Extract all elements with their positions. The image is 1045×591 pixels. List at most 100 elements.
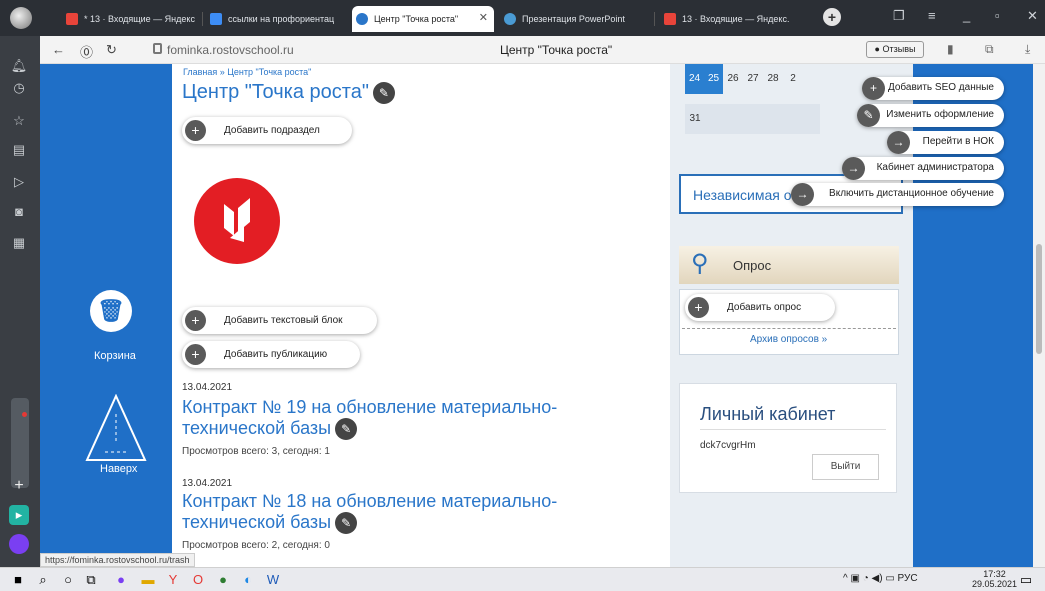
url-field[interactable]: fominka.rostovschool.ru: [167, 43, 294, 57]
arrow-right-icon: →: [887, 131, 910, 154]
menu-icon[interactable]: ≡: [928, 8, 936, 23]
back-icon[interactable]: ←: [52, 42, 65, 57]
side-slider[interactable]: [11, 398, 29, 488]
arrow-right-icon: →: [842, 157, 865, 180]
post-views: Просмотров всего: 3, сегодня: 1: [182, 446, 330, 457]
notes-icon[interactable]: ▤: [9, 140, 29, 160]
bookmark-icon[interactable]: ▮: [947, 42, 954, 56]
bell-icon[interactable]: 🔔︎: [9, 56, 29, 76]
up-arrow-icon[interactable]: [85, 394, 147, 466]
poll-archive-link[interactable]: Архив опросов »: [750, 334, 827, 345]
add-subsection-button[interactable]: + Добавить подраздел: [182, 117, 352, 144]
mail-icon: [664, 13, 676, 25]
plus-icon: +: [688, 297, 709, 318]
post-views: Просмотров всего: 2, сегодня: 0: [182, 540, 330, 551]
add-publication-button[interactable]: + Добавить публикацию: [182, 341, 360, 368]
site-icon: [356, 13, 368, 25]
add-panel-icon[interactable]: +: [9, 476, 29, 496]
page-title-text: Центр "Точка роста": [500, 43, 613, 57]
windows-start-icon[interactable]: ■: [10, 572, 26, 588]
tab-mail-1[interactable]: * 13 · Входящие — Яндекс: [62, 6, 202, 32]
sidebar: 24 25 26 27 28 2 31 Независимая о ⚲ Опро…: [670, 64, 913, 567]
game-icon[interactable]: ●: [215, 572, 231, 588]
tab-active[interactable]: Центр "Точка роста" ✕: [352, 6, 494, 32]
refresh-icon[interactable]: ↻: [106, 42, 117, 58]
add-poll-button[interactable]: + Добавить опрос: [685, 294, 835, 321]
plus-icon: +: [185, 120, 206, 141]
scrollbar[interactable]: [1033, 64, 1045, 567]
star-icon[interactable]: ☆: [9, 111, 29, 131]
reviews-button[interactable]: ● Отзывы: [866, 41, 924, 58]
lock-icon: [153, 43, 162, 54]
compass-icon: ⚲: [691, 250, 709, 277]
calendar-day[interactable]: 2: [783, 64, 803, 94]
play-icon[interactable]: ▷: [9, 172, 29, 192]
edit-post-icon[interactable]: ✎: [335, 512, 358, 535]
page-viewport: 🗑︎ Корзина Наверх Главная » Центр "Точка…: [40, 64, 1045, 567]
apps-icon[interactable]: ▦: [9, 233, 29, 253]
alice-app-icon[interactable]: ▸: [9, 505, 29, 525]
logout-button[interactable]: Выйти: [812, 454, 879, 480]
trash-icon[interactable]: 🗑︎: [90, 290, 132, 332]
calendar-day[interactable]: 25: [704, 64, 723, 94]
yandex-icon[interactable]: ⓪: [80, 42, 93, 61]
camera-icon[interactable]: ◙: [9, 202, 29, 222]
add-text-block-button[interactable]: + Добавить текстовый блок: [182, 307, 377, 334]
extensions-icon[interactable]: ⧉: [985, 42, 994, 57]
tab-mail-2[interactable]: 13 · Входящие — Яндекс.: [660, 6, 812, 32]
arrow-right-icon: →: [791, 183, 814, 206]
calendar-day[interactable]: 27: [743, 64, 763, 94]
edit-post-icon[interactable]: ✎: [335, 418, 358, 441]
history-icon[interactable]: ◷: [9, 78, 29, 98]
clock[interactable]: 17:32 29.05.2021: [972, 569, 1017, 589]
post-date: 13.04.2021: [182, 382, 233, 393]
close-tab-icon[interactable]: ✕: [479, 11, 488, 24]
distance-learning-button[interactable]: → Включить дистанционное обучение: [791, 183, 1004, 206]
task-view-icon[interactable]: ⧉: [83, 572, 99, 588]
doc-icon: [210, 13, 222, 25]
new-tab-button[interactable]: +: [823, 8, 841, 26]
tab-powerpoint[interactable]: Презентация PowerPoint: [500, 6, 650, 32]
post-date: 13.04.2021: [182, 478, 233, 489]
calendar-day[interactable]: 31: [685, 104, 705, 134]
divider: [682, 328, 896, 329]
poll-header: ⚲ Опрос: [679, 246, 899, 284]
calendar-day[interactable]: 24: [685, 64, 704, 94]
search-icon[interactable]: ⌕: [35, 572, 51, 588]
cortana-icon[interactable]: ○: [60, 572, 76, 588]
edit-title-icon[interactable]: ✎: [372, 81, 395, 104]
minimize-icon[interactable]: _: [963, 8, 970, 23]
restore-icon[interactable]: ▫: [995, 8, 1000, 23]
calendar-day[interactable]: 28: [763, 64, 783, 94]
add-seo-button[interactable]: + Добавить SEO данные: [862, 77, 1004, 100]
plus-icon: +: [185, 344, 206, 365]
notification-dot: [22, 412, 27, 417]
browser-logo-icon[interactable]: [10, 7, 32, 29]
folder-icon[interactable]: ▬: [140, 572, 156, 588]
trash-label[interactable]: Корзина: [94, 350, 136, 362]
opera-icon[interactable]: O: [190, 572, 206, 588]
tochka-rosta-logo: [194, 178, 280, 264]
go-nok-button[interactable]: → Перейти в НОК: [887, 131, 1004, 154]
powerpoint-icon: [504, 13, 516, 25]
tab-manager-icon[interactable]: ❐: [893, 8, 905, 24]
edge-icon[interactable]: ◐: [240, 572, 256, 588]
yandex-browser-icon[interactable]: Y: [165, 572, 181, 588]
word-icon[interactable]: W: [265, 572, 281, 588]
close-window-icon[interactable]: ✕: [1027, 8, 1038, 24]
page-heading: Центр "Точка роста" ✎: [182, 81, 395, 104]
alice-taskbar-icon[interactable]: ●: [113, 572, 129, 588]
tab-doc[interactable]: ссылки на профориентац: [206, 6, 346, 32]
up-label[interactable]: Наверх: [100, 463, 137, 475]
admin-cabinet-button[interactable]: → Кабинет администратора: [842, 157, 1004, 180]
pencil-icon: ✎: [857, 104, 880, 127]
assistant-icon[interactable]: [9, 534, 29, 554]
system-tray[interactable]: ^ ▣ ◔ ◀) ▭ РУС: [843, 573, 918, 584]
browser-tab-bar: * 13 · Входящие — Яндекс ссылки на профо…: [0, 0, 1045, 36]
change-design-button[interactable]: ✎ Изменить оформление: [857, 104, 1004, 127]
taskbar: ■ ⌕ ○ ⧉ ● ▬ Y O ● ◐ W ^ ▣ ◔ ◀) ▭ РУС 17:…: [0, 567, 1045, 591]
breadcrumb[interactable]: Главная » Центр "Точка роста": [183, 67, 311, 77]
download-icon[interactable]: ⤓: [1025, 42, 1030, 57]
notifications-icon[interactable]: ▭: [1018, 572, 1034, 588]
calendar-day[interactable]: 26: [723, 64, 743, 94]
